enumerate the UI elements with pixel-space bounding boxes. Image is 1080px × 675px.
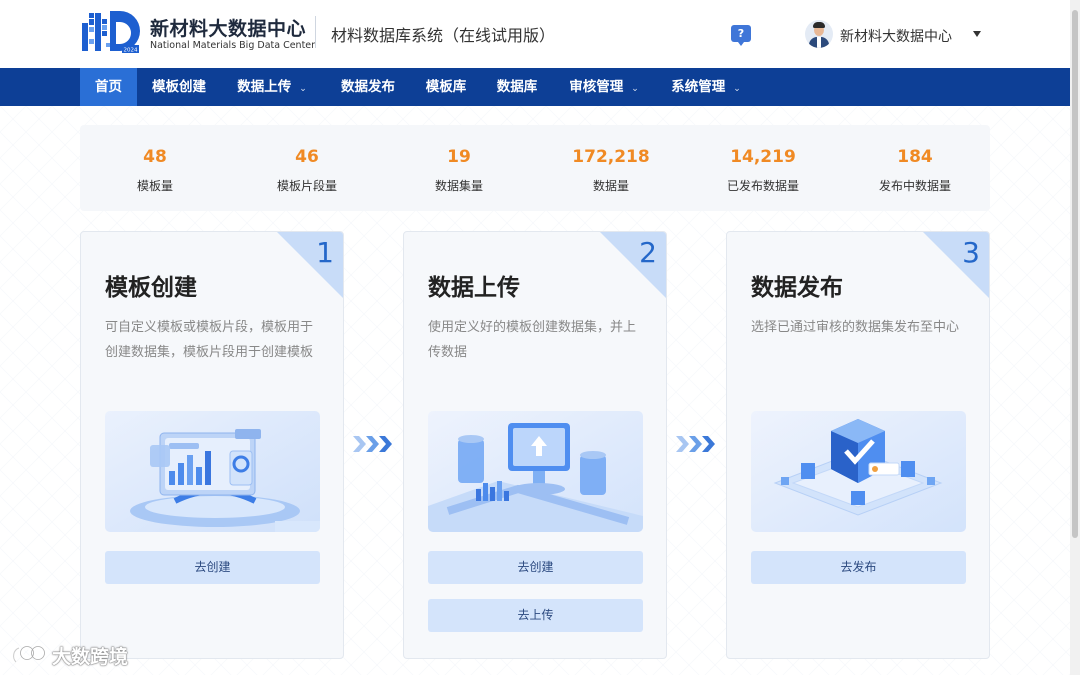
go-publish-button[interactable]: 去发布 — [751, 551, 966, 584]
nav-item-database[interactable]: 数据库 — [487, 68, 547, 106]
step-number: 3 — [962, 236, 980, 269]
stat-label: 发布中数据量 — [878, 179, 951, 193]
header: 2024 新材料大数据中心 National Materials Big Dat… — [0, 0, 1080, 68]
caret-down-icon[interactable] — [973, 31, 981, 37]
step-number: 1 — [316, 236, 334, 269]
stat-value: 46 — [295, 147, 319, 167]
go-upload-button[interactable]: 去上传 — [428, 599, 643, 632]
next-step-arrows-icon — [676, 436, 715, 452]
step-card-data-publish: 3 数据发布 选择已通过审核的数据集发布至中心 去发布 — [726, 231, 990, 659]
chevron-down-icon: ⌄ — [631, 84, 639, 94]
brand-logo[interactable]: 2024 — [80, 9, 140, 55]
step-card-template-create: 1 模板创建 可自定义模板或模板片段，模板用于创建数据集，模板片段用于创建模板 — [80, 231, 344, 659]
stat-label: 模板量 — [136, 179, 173, 193]
system-title: 材料数据库系统（在线试用版） — [331, 26, 556, 45]
template-dashboard-illustration — [105, 411, 320, 532]
stat-label: 数据量 — [592, 179, 629, 193]
scrollbar-thumb[interactable] — [1072, 10, 1078, 538]
user-name[interactable]: 新材料大数据中心 — [840, 26, 952, 46]
data-publish-illustration — [751, 411, 966, 532]
nav-item-home[interactable]: 首页 — [80, 68, 137, 106]
card-title: 数据上传 — [428, 275, 520, 301]
brand-name-cn: 新材料大数据中心 — [150, 18, 307, 40]
header-divider — [315, 16, 316, 48]
nav-item-data-upload[interactable]: 数据上传 ⌄ — [226, 68, 318, 106]
card-description: 使用定义好的模板创建数据集，并上传数据 — [428, 320, 637, 360]
stat-value: 172,218 — [572, 147, 650, 167]
card-title: 数据发布 — [751, 275, 843, 301]
nav-item-template-create[interactable]: 模板创建 — [140, 68, 218, 106]
logo-year: 2024 — [124, 48, 138, 54]
chevron-down-icon: ⌄ — [733, 84, 741, 94]
main-nav: 首页 模板创建 数据上传 ⌄ 数据发布 模板库 数据库 审核管理 ⌄ 系统管理 ⌄ — [0, 68, 1070, 106]
watermark-text: 大数跨境 — [52, 646, 129, 668]
stat-label: 数据集量 — [434, 179, 483, 193]
go-create-button[interactable]: 去创建 — [428, 551, 643, 584]
user-avatar[interactable] — [805, 20, 833, 48]
watermark-logo-icon — [12, 646, 45, 664]
stat-value: 184 — [897, 147, 933, 167]
help-icon[interactable]: ? — [731, 25, 751, 46]
stats-panel: 48 模板量 46 模板片段量 19 数据集量 172,218 数据量 14,2… — [80, 125, 990, 211]
data-upload-illustration — [428, 411, 643, 532]
stat-value: 48 — [143, 147, 167, 167]
card-title: 模板创建 — [105, 275, 197, 301]
stat-label: 已发布数据量 — [726, 179, 799, 193]
nav-item-review-management[interactable]: 审核管理 ⌄ — [558, 68, 650, 106]
card-description: 可自定义模板或模板片段，模板用于创建数据集，模板片段用于创建模板 — [105, 320, 314, 360]
step-card-data-upload: 2 数据上传 使用定义好的模板创建数据集，并上传数据 去创建 去上传 — [403, 231, 667, 659]
stat-value: 14,219 — [730, 147, 796, 167]
step-number: 2 — [639, 236, 657, 269]
go-create-button[interactable]: 去创建 — [105, 551, 320, 584]
nav-item-system-management[interactable]: 系统管理 ⌄ — [660, 68, 752, 106]
stat-label: 模板片段量 — [276, 179, 337, 193]
nav-item-data-publish[interactable]: 数据发布 — [330, 68, 406, 106]
brand-name-en: National Materials Big Data Center — [150, 40, 316, 51]
card-description: 选择已通过审核的数据集发布至中心 — [751, 320, 960, 335]
chevron-down-icon: ⌄ — [299, 84, 307, 94]
nav-item-template-library[interactable]: 模板库 — [416, 68, 476, 106]
next-step-arrows-icon — [353, 436, 392, 452]
stat-value: 19 — [447, 147, 471, 167]
